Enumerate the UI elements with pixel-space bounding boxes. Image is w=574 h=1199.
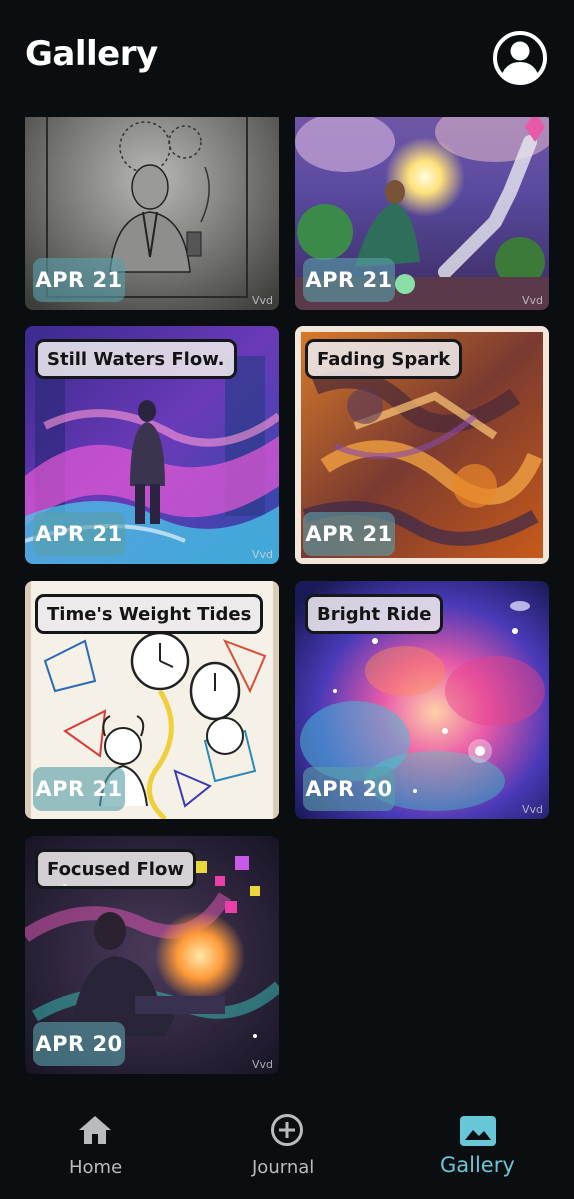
bottom-nav: Home Journal Gallery — [0, 1092, 574, 1199]
nav-label: Home — [69, 1157, 123, 1178]
card-date: APR 20 — [33, 1022, 125, 1066]
card-date: APR 21 — [33, 258, 125, 302]
card-title: Time's Weight Tides — [35, 594, 264, 634]
card-title: Focused Flow — [35, 849, 196, 889]
gallery-card[interactable]: APR 21 Vvd — [25, 117, 279, 310]
card-date: APR 21 — [303, 258, 395, 302]
nav-label: Journal — [252, 1157, 315, 1178]
card-watermark: Vvd — [251, 548, 273, 561]
card-title: Fading Spark — [305, 339, 463, 379]
card-watermark: Vvd — [521, 294, 543, 307]
card-date: APR 21 — [33, 767, 125, 811]
card-watermark: Vvd — [521, 803, 543, 816]
add-circle-icon — [271, 1114, 303, 1146]
app-header: Gallery — [0, 0, 574, 112]
card-title: Bright Ride — [305, 594, 444, 634]
card-date: APR 20 — [303, 767, 395, 811]
card-watermark: Vvd — [251, 294, 273, 307]
nav-item-gallery[interactable]: Gallery — [425, 1092, 545, 1199]
nav-label: Gallery — [440, 1153, 515, 1177]
page-title: Gallery — [25, 34, 158, 74]
gallery-card[interactable]: Still Waters Flow. APR 21 Vvd — [25, 326, 279, 564]
gallery-card[interactable]: Bright Ride APR 20 Vvd — [295, 581, 549, 819]
gallery-card[interactable]: Time's Weight Tides APR 21 — [25, 581, 279, 819]
card-date: APR 21 — [303, 512, 395, 556]
gallery-screen: Gallery APR 21 Vvd APR 21 Vvd Still Wate… — [0, 0, 574, 1199]
gallery-card[interactable]: APR 21 Vvd — [295, 117, 549, 310]
image-icon — [460, 1116, 496, 1146]
card-title: Still Waters Flow. — [35, 339, 237, 379]
gallery-card[interactable]: Fading Spark APR 21 — [295, 326, 549, 564]
nav-item-journal[interactable]: Journal — [235, 1092, 345, 1199]
gallery-grid: APR 21 Vvd APR 21 Vvd Still Waters Flow.… — [0, 117, 574, 1092]
card-date: APR 21 — [33, 512, 125, 556]
profile-button[interactable] — [491, 29, 549, 87]
nav-item-home[interactable]: Home — [40, 1092, 150, 1199]
account-circle-icon — [493, 31, 547, 85]
card-watermark: Vvd — [251, 1058, 273, 1071]
gallery-card[interactable]: Focused Flow APR 20 Vvd — [25, 836, 279, 1074]
home-icon — [79, 1116, 111, 1144]
